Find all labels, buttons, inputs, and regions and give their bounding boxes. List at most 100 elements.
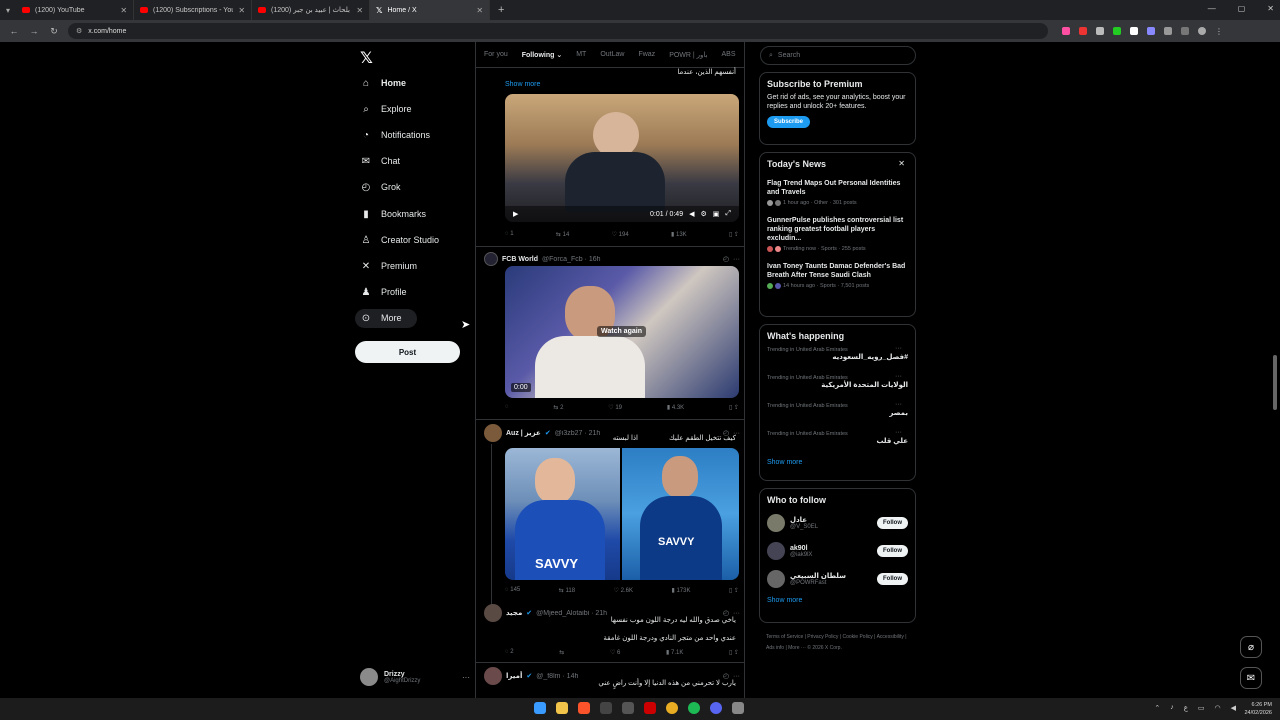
- reply-button[interactable]: ◌ 2: [505, 649, 514, 656]
- browser-tab-youtube[interactable]: (1200) YouTube ✕: [16, 0, 135, 20]
- extension-icon[interactable]: [1096, 27, 1104, 35]
- settings-icon[interactable]: ⚙: [700, 210, 706, 218]
- reply-button[interactable]: ◌ 145: [505, 587, 520, 594]
- more-dots-icon[interactable]: ···: [895, 429, 902, 436]
- trend-item[interactable]: Trending in United Arab Emirates بمصر ··…: [767, 401, 908, 425]
- follow-suggestion[interactable]: سلطان السبيعي @POWRFast Follow: [767, 569, 908, 589]
- close-tab-icon[interactable]: ✕: [476, 6, 483, 15]
- trend-item[interactable]: Trending in United Arab Emirates الولايا…: [767, 373, 908, 397]
- author-handle[interactable]: @Forca_Fcb · 16h: [542, 256, 719, 263]
- chevron-up-icon[interactable]: ⌃: [1154, 704, 1160, 712]
- reply-button[interactable]: ◌: [505, 404, 509, 411]
- extension-icon[interactable]: [1062, 27, 1070, 35]
- bookmark-share-icons[interactable]: ▯ ⇪: [729, 587, 739, 594]
- close-tab-icon[interactable]: ✕: [238, 6, 245, 15]
- follow-button[interactable]: Follow: [877, 545, 908, 557]
- browser-tab-video[interactable]: (1200) ريتو بلحاث | عبيد بن جبر ✕: [252, 0, 371, 20]
- more-dots-icon[interactable]: ···: [895, 373, 902, 380]
- account-switcher[interactable]: Drizzy @AightDrizzy ···: [360, 666, 470, 688]
- watch-again-button[interactable]: Watch again: [597, 326, 646, 337]
- address-bar[interactable]: ⚙ x.com/home: [68, 23, 1048, 39]
- subscribe-button[interactable]: Subscribe: [767, 116, 811, 128]
- like-button[interactable]: ♡ 19: [608, 404, 622, 411]
- windows-start-icon[interactable]: [534, 702, 546, 714]
- close-window-icon[interactable]: ✕: [1267, 4, 1274, 13]
- show-more-link[interactable]: Show more: [505, 81, 540, 88]
- maximize-icon[interactable]: ▢: [1238, 4, 1246, 13]
- close-tab-icon[interactable]: ✕: [356, 6, 363, 15]
- file-explorer-icon[interactable]: [556, 702, 568, 714]
- browser-tab-subscriptions[interactable]: (1200) Subscriptions - YouTube ✕: [134, 0, 253, 20]
- forward-icon[interactable]: →: [28, 26, 40, 36]
- more-dots-icon[interactable]: ···: [462, 673, 470, 682]
- post-image[interactable]: SAVVY: [505, 448, 620, 580]
- site-info-icon[interactable]: ⚙: [76, 27, 82, 35]
- sidebar-item-home[interactable]: ⌂ Home: [360, 75, 406, 91]
- views-button[interactable]: ▮ 173K: [671, 587, 690, 594]
- app-icon[interactable]: [600, 702, 612, 714]
- battery-icon[interactable]: ▭: [1198, 704, 1205, 712]
- grok-fab-icon[interactable]: ⌀: [1240, 636, 1262, 658]
- like-button[interactable]: ♡ 6: [610, 649, 620, 656]
- post-video[interactable]: Watch again 0:00: [505, 266, 739, 398]
- like-button[interactable]: ♡ 194: [612, 231, 629, 238]
- repost-button[interactable]: ⇆: [559, 649, 564, 656]
- extensions-puzzle-icon[interactable]: [1164, 27, 1172, 35]
- tab-outlaw[interactable]: OutLaw: [600, 51, 624, 58]
- more-dots-icon[interactable]: ···: [895, 345, 902, 352]
- sidebar-item-profile[interactable]: ♟ Profile: [360, 284, 407, 300]
- tab-for-you[interactable]: For you: [484, 51, 508, 58]
- post-image[interactable]: SAVVY: [622, 448, 739, 580]
- wifi-icon[interactable]: ◠: [1215, 704, 1221, 712]
- author-name[interactable]: Auz | عزيز: [506, 429, 541, 437]
- reload-icon[interactable]: ↻: [48, 26, 60, 37]
- views-button[interactable]: ▮ 4.3K: [667, 404, 684, 411]
- avatar[interactable]: [484, 424, 502, 442]
- author-name[interactable]: أميرا: [506, 672, 522, 680]
- browser-tab-home-x[interactable]: 𝕏 Home / X ✕: [370, 0, 491, 20]
- app-icon[interactable]: [732, 702, 744, 714]
- views-button[interactable]: ▮ 13K: [671, 231, 687, 238]
- repost-button[interactable]: ⇆ 2: [553, 404, 563, 411]
- volume-icon[interactable]: ◀: [1231, 704, 1236, 712]
- tab-powr[interactable]: POWR | باور: [669, 51, 707, 59]
- sidebar-item-more[interactable]: ⊙ More: [360, 310, 402, 326]
- pip-icon[interactable]: ▣: [713, 210, 720, 218]
- author-name[interactable]: مجيد: [506, 609, 522, 617]
- sidebar-item-explore[interactable]: ⌕ Explore: [360, 101, 411, 117]
- reply-button[interactable]: ◌ 1: [505, 231, 514, 238]
- repost-button[interactable]: ⇆ 118: [559, 587, 575, 594]
- follow-button[interactable]: Follow: [877, 517, 908, 529]
- sidebar-item-notifications[interactable]: ◔ Notifications: [360, 127, 430, 143]
- messages-fab-icon[interactable]: ✉: [1240, 667, 1262, 689]
- bookmark-share-icons[interactable]: ▯ ⇪: [729, 404, 739, 411]
- bookmark-share-icons[interactable]: ▯ ⇪: [729, 231, 739, 238]
- downloads-icon[interactable]: [1181, 27, 1189, 35]
- more-dots-icon[interactable]: ···: [895, 401, 902, 408]
- avatar[interactable]: [484, 252, 498, 266]
- tab-mt[interactable]: MT: [576, 51, 586, 58]
- chrome-icon[interactable]: [666, 702, 678, 714]
- trend-item[interactable]: Trending in United Arab Emirates #فصل_رو…: [767, 345, 908, 369]
- show-more-link[interactable]: Show more: [767, 597, 908, 604]
- brave-icon[interactable]: [578, 702, 590, 714]
- post-video[interactable]: ▶ 0:01 / 0:49 ◀ ⚙ ▣ ⤢: [505, 94, 739, 222]
- follow-suggestion[interactable]: عادل @V_S0EL Follow: [767, 513, 908, 533]
- sidebar-item-creator-studio[interactable]: ♙ Creator Studio: [360, 232, 440, 248]
- discord-icon[interactable]: [710, 702, 722, 714]
- author-name[interactable]: FCB World: [502, 256, 538, 263]
- x-logo[interactable]: 𝕏: [360, 48, 373, 68]
- footer-links[interactable]: Terms of Service | Privacy Policy | Cook…: [766, 632, 916, 654]
- post-button[interactable]: Post: [355, 341, 460, 363]
- follow-suggestion[interactable]: ak90l @iak9lX Follow: [767, 541, 908, 561]
- profile-avatar[interactable]: [1198, 27, 1206, 35]
- news-item[interactable]: Ivan Toney Taunts Damac Defender's Bad B…: [767, 262, 908, 289]
- search-input[interactable]: ⌕ Search: [760, 46, 916, 65]
- extension-icon[interactable]: [1147, 27, 1155, 35]
- tab-abs[interactable]: ABS: [722, 51, 736, 58]
- volume-icon[interactable]: ◀: [689, 210, 694, 218]
- avatar[interactable]: [484, 667, 502, 685]
- app-icon[interactable]: [622, 702, 634, 714]
- fullscreen-icon[interactable]: ⤢: [725, 210, 731, 218]
- show-more-link[interactable]: Show more: [767, 459, 908, 466]
